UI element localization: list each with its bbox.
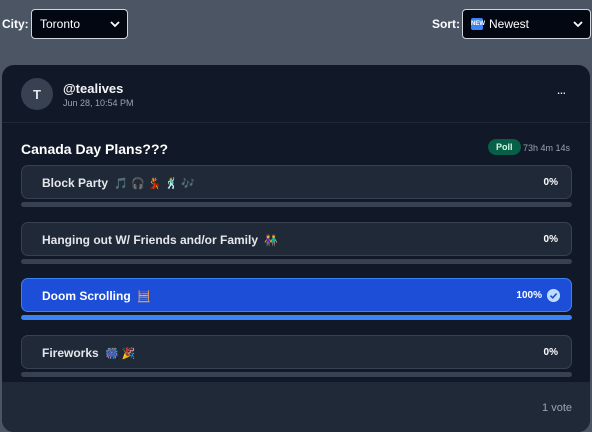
poll-option-percent: 0% <box>543 177 558 188</box>
poll-result-bar <box>21 202 572 207</box>
music-dance-emoji-icon: 🎵 🎧 💃 🕺 🎶 <box>114 178 196 190</box>
option-text: Hanging out W/ Friends and/or Family <box>42 233 259 247</box>
poll-option-label: Doom Scrolling 🧮 <box>42 289 151 303</box>
fireworks-emoji-icon: 🎆 🎉 <box>105 348 136 360</box>
poll-option-label: Fireworks 🎆 🎉 <box>42 346 136 360</box>
poll-footer: 1 vote <box>2 382 590 432</box>
poll-badge: Poll <box>488 139 521 155</box>
filter-bar: City: Toronto Sort: NEW Newest <box>0 0 592 50</box>
poll-option-doom-scrolling[interactable]: Doom Scrolling 🧮 100% <box>21 278 572 312</box>
username[interactable]: @tealives <box>63 81 123 96</box>
poll-result-bar <box>21 372 572 377</box>
poll-option-percent: 0% <box>543 347 558 358</box>
check-circle-icon <box>547 289 560 302</box>
sort-label: Sort: <box>432 17 460 31</box>
city-select[interactable]: Toronto <box>31 9 128 39</box>
abacus-emoji-icon: 🧮 <box>137 291 151 303</box>
poll-option-block-party[interactable]: Block Party 🎵 🎧 💃 🕺 🎶 0% <box>21 165 572 199</box>
time-remaining: 73h 4m 14s <box>523 143 571 153</box>
poll-option-percent: 100% <box>516 290 542 301</box>
avatar[interactable]: T <box>21 78 53 110</box>
city-label: City: <box>2 17 29 31</box>
sort-select-value: Newest <box>489 17 530 31</box>
option-text: Fireworks <box>42 346 99 360</box>
poll-option-label: Hanging out W/ Friends and/or Family 👫 <box>42 233 278 247</box>
chevron-down-icon <box>110 21 120 28</box>
new-icon: NEW <box>471 18 485 30</box>
option-text: Doom Scrolling <box>42 289 131 303</box>
poll-option-hanging-out[interactable]: Hanging out W/ Friends and/or Family 👫 0… <box>21 222 572 256</box>
vote-count: 1 vote <box>542 402 572 414</box>
poll-option-label: Block Party 🎵 🎧 💃 🕺 🎶 <box>42 176 195 190</box>
poll-title: Canada Day Plans??? <box>21 141 169 157</box>
poll-result-fill <box>21 315 572 320</box>
poll-option-percent: 0% <box>543 234 558 245</box>
more-options-icon[interactable]: ... <box>554 82 568 99</box>
chevron-down-icon <box>573 21 583 28</box>
post-header: T @tealives Jun 28, 10:54 PM ... <box>2 65 590 123</box>
sort-select[interactable]: NEW Newest <box>462 9 591 39</box>
poll-option-fireworks[interactable]: Fireworks 🎆 🎉 0% <box>21 335 572 369</box>
post-timestamp: Jun 28, 10:54 PM <box>63 98 134 108</box>
poll-post-card: T @tealives Jun 28, 10:54 PM ... Canada … <box>2 65 590 432</box>
poll-result-bar <box>21 259 572 264</box>
friends-emoji-icon: 👫 <box>264 235 279 247</box>
option-text: Block Party <box>42 176 109 190</box>
city-select-value: Toronto <box>40 17 81 31</box>
poll-result-bar <box>21 315 572 320</box>
